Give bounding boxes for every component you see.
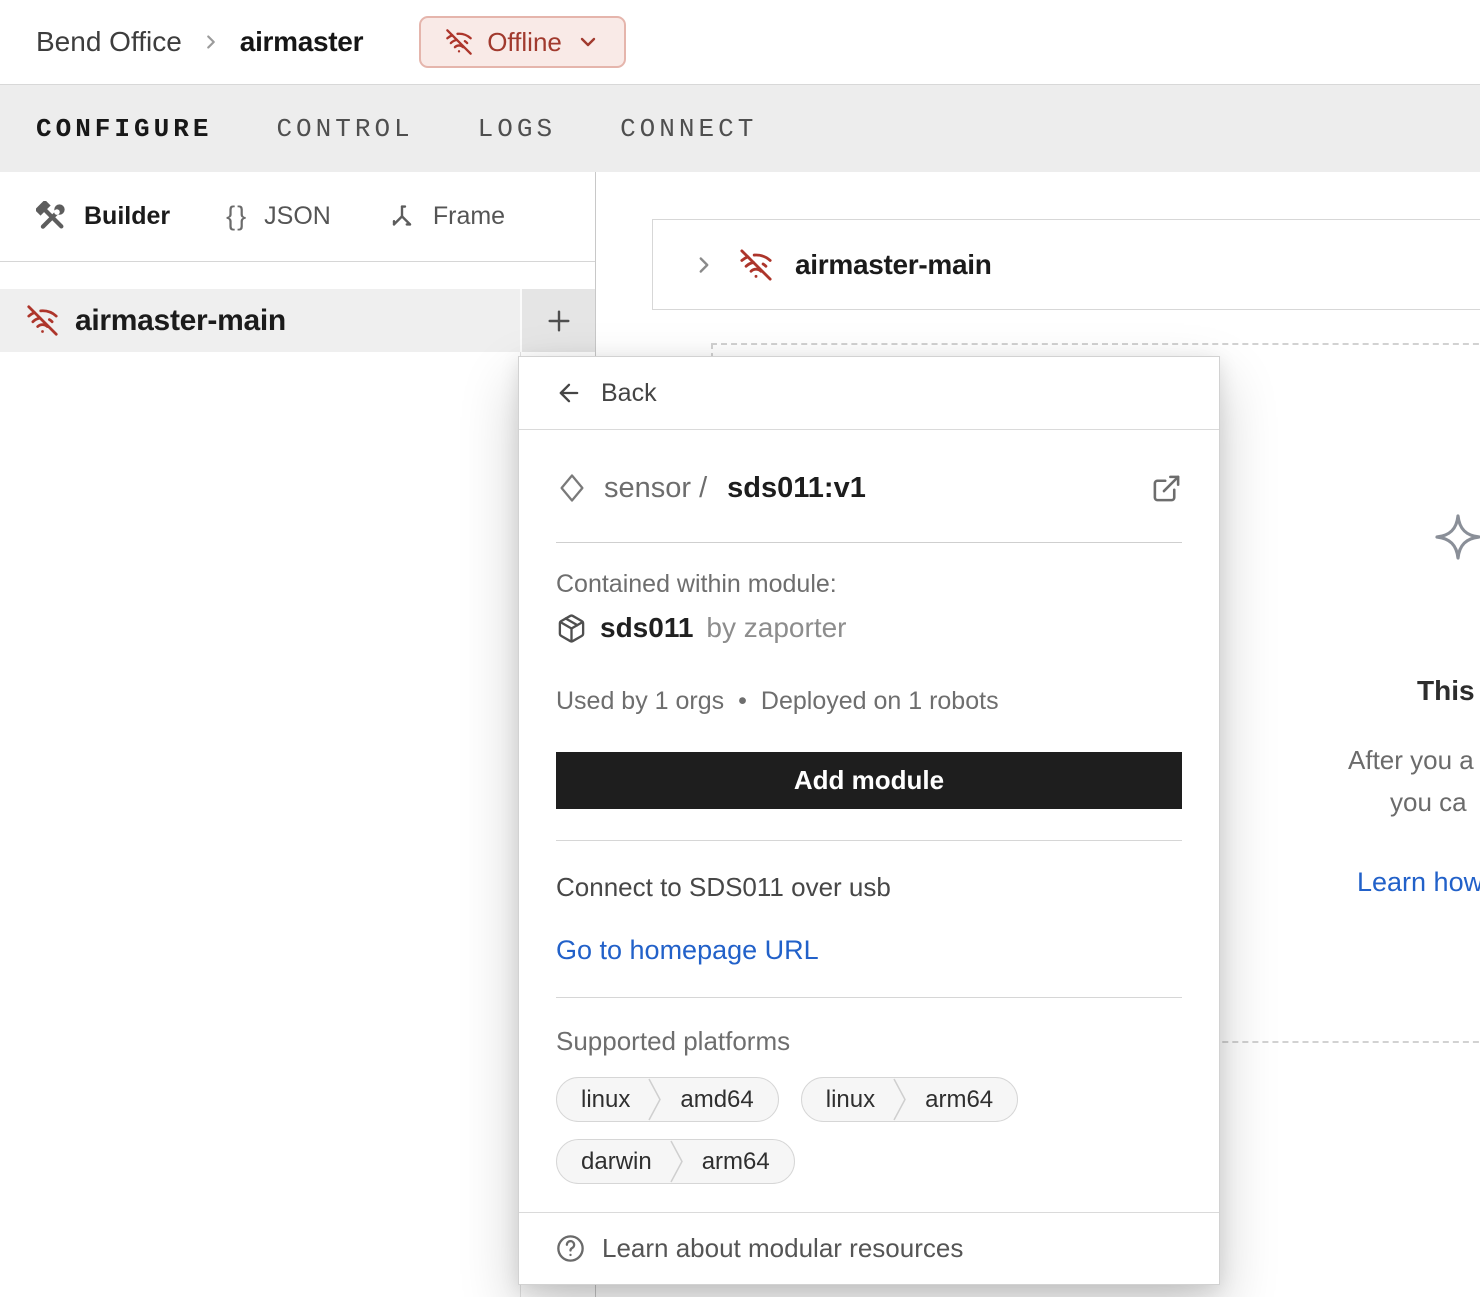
divider xyxy=(556,997,1182,998)
mode-frame-label: Frame xyxy=(433,202,505,231)
resource-card-title: airmaster-main xyxy=(795,249,992,281)
resource-card-header[interactable]: airmaster-main xyxy=(652,219,1480,310)
module-row: sds011 by zaporter xyxy=(556,612,1182,644)
chevron-down-icon xyxy=(576,30,600,54)
chevron-right-icon xyxy=(691,252,717,278)
sidebar-resource-name: airmaster-main xyxy=(75,304,286,338)
empty-state-line1: After you a xyxy=(1348,745,1474,776)
tools-icon xyxy=(36,201,68,233)
pill-arch: amd64 xyxy=(662,1086,777,1114)
module-title-row: sensor / sds011:v1 xyxy=(556,456,1182,520)
tab-logs[interactable]: LOGS xyxy=(478,114,556,144)
pill-os: linux xyxy=(557,1086,648,1114)
homepage-link[interactable]: Go to homepage URL xyxy=(556,935,819,966)
arrow-left-icon xyxy=(555,379,583,407)
tab-bar: CONFIGURE CONTROL LOGS CONNECT xyxy=(0,84,1480,172)
breadcrumb-org[interactable]: Bend Office xyxy=(36,26,182,58)
status-label: Offline xyxy=(487,27,562,58)
back-button[interactable]: Back xyxy=(519,357,1219,430)
add-module-button[interactable]: Add module xyxy=(556,752,1182,809)
external-link-icon[interactable] xyxy=(1151,473,1182,504)
pill-arch: arm64 xyxy=(684,1148,794,1176)
mode-builder[interactable]: Builder xyxy=(36,201,170,233)
learn-modular-resources-link[interactable]: Learn about modular resources xyxy=(519,1212,1219,1284)
add-resource-button[interactable] xyxy=(520,289,595,352)
divider xyxy=(556,840,1182,841)
module-popover: Back sensor / sds011:v1 Contained within… xyxy=(518,356,1220,1285)
pill-chevron-separator-icon xyxy=(893,1077,907,1122)
platform-pill: darwin arm64 xyxy=(556,1139,795,1184)
empty-state-heading: This xyxy=(1417,675,1475,707)
diamond-icon xyxy=(556,472,588,504)
wifi-off-icon xyxy=(739,248,773,282)
module-author: by zaporter xyxy=(706,612,846,644)
pill-chevron-separator-icon xyxy=(670,1139,684,1184)
mode-json[interactable]: {} JSON xyxy=(226,201,331,232)
mode-json-label: JSON xyxy=(264,202,331,231)
dot-separator: • xyxy=(738,687,747,716)
usage-row: Used by 1 orgs • Deployed on 1 robots xyxy=(556,687,1182,716)
deployed-on-robots: Deployed on 1 robots xyxy=(761,687,999,716)
platform-pill-row: linux amd64 linux arm64 xyxy=(556,1077,1182,1122)
resource-model-label: sds011:v1 xyxy=(727,472,866,505)
mode-builder-label: Builder xyxy=(84,202,170,231)
platforms-label: Supported platforms xyxy=(556,1026,1182,1057)
wifi-off-icon xyxy=(445,28,473,56)
module-description: Connect to SDS011 over usb xyxy=(556,872,1182,903)
tab-control[interactable]: CONTROL xyxy=(276,114,413,144)
popover-body: sensor / sds011:v1 Contained within modu… xyxy=(519,456,1219,1184)
header: Bend Office airmaster Offline xyxy=(0,0,1480,84)
help-circle-icon xyxy=(555,1233,586,1264)
sidebar-resource-row[interactable]: airmaster-main xyxy=(0,289,595,352)
resource-type-label: sensor / xyxy=(604,472,707,505)
back-label: Back xyxy=(601,379,657,408)
wifi-off-icon xyxy=(26,304,59,337)
screen: Bend Office airmaster Offline CONFIGURE … xyxy=(0,0,1480,1297)
pill-os: darwin xyxy=(557,1148,670,1176)
mode-frame[interactable]: Frame xyxy=(387,202,505,232)
pill-chevron-separator-icon xyxy=(648,1077,662,1122)
contained-label: Contained within module: xyxy=(556,570,1182,599)
left-panel: Builder {} JSON Frame xyxy=(0,172,596,1297)
plus-icon xyxy=(543,305,575,337)
platform-pill-row: darwin arm64 xyxy=(556,1139,1182,1184)
used-by-orgs: Used by 1 orgs xyxy=(556,687,724,716)
pill-arch: arm64 xyxy=(907,1086,1017,1114)
divider xyxy=(556,542,1182,543)
module-name: sds011 xyxy=(600,612,693,644)
package-icon xyxy=(556,613,587,644)
machine-status-badge[interactable]: Offline xyxy=(419,16,626,68)
builder-mode-bar: Builder {} JSON Frame xyxy=(0,172,595,262)
platform-pill: linux arm64 xyxy=(801,1077,1018,1122)
platform-pill: linux amd64 xyxy=(556,1077,779,1122)
tab-configure[interactable]: CONFIGURE xyxy=(36,114,212,144)
learn-how-link[interactable]: Learn how xyxy=(1357,867,1480,898)
empty-state-line2: you ca xyxy=(1390,787,1467,818)
footer-link-label: Learn about modular resources xyxy=(602,1233,963,1264)
sparkle-icon xyxy=(1434,512,1480,562)
braces-icon: {} xyxy=(226,201,248,232)
frame-icon xyxy=(387,202,417,232)
breadcrumb-machine: airmaster xyxy=(240,26,363,58)
breadcrumb-chevron-icon xyxy=(200,31,222,53)
pill-os: linux xyxy=(802,1086,893,1114)
tab-connect[interactable]: CONNECT xyxy=(620,114,757,144)
